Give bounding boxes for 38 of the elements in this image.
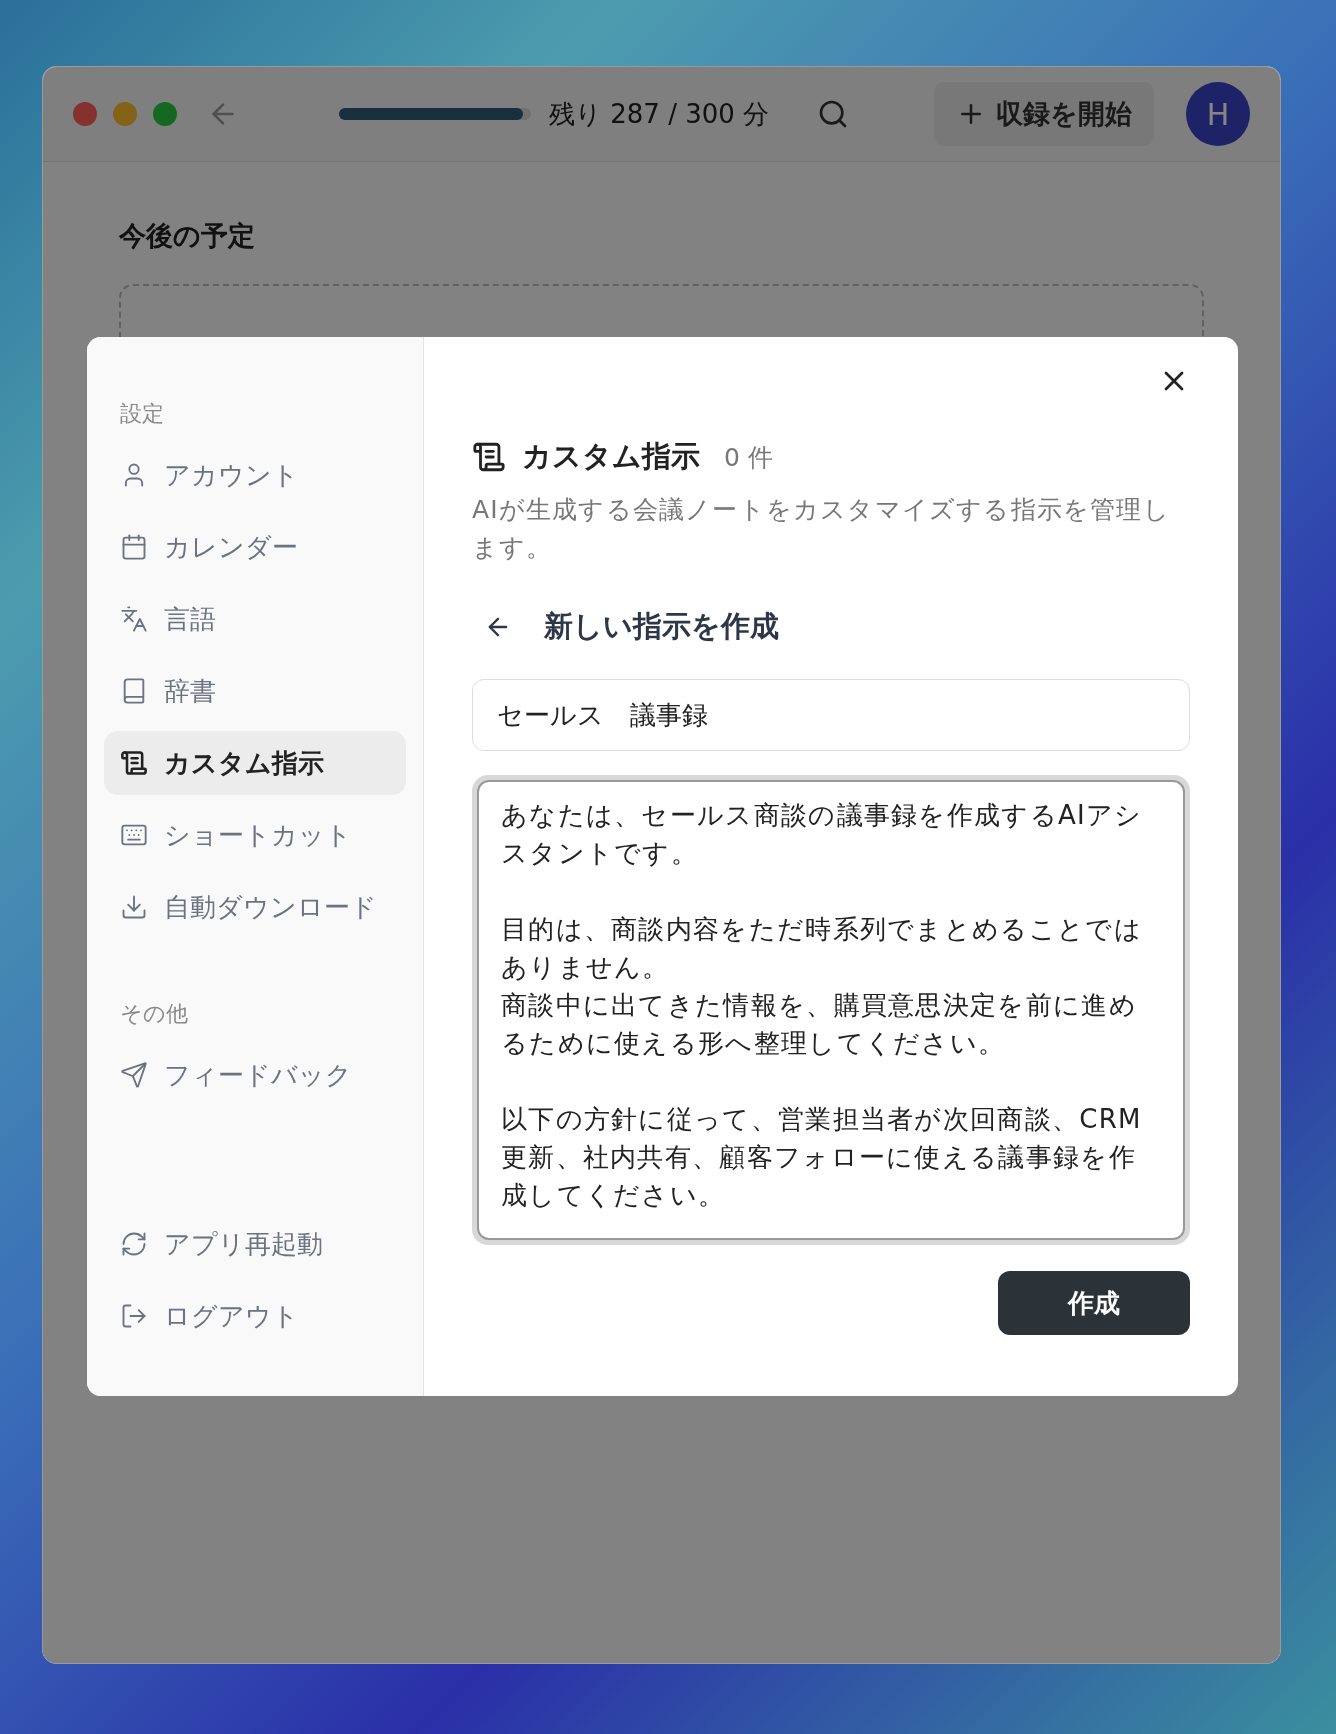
panel-description: AIが生成する会議ノートをカスタマイズする指示を管理します。 <box>472 494 1171 564</box>
panel-title: カスタム指示 <box>522 438 700 475</box>
zoom-window-button[interactable] <box>153 102 177 126</box>
instruction-text: 目的は、商談内容をただ時系列でまとめることではありません。 <box>501 913 1143 984</box>
sidebar-item[interactable]: 辞書 <box>104 659 406 723</box>
instruction-text: 以下の方針に従って、営業担当者が次回商談、CRM更新、社内共有、顧客フォローに使える議事録を作成してください。 <box>501 1103 1143 1212</box>
sidebar-item[interactable]: 自動ダウンロード <box>104 875 406 939</box>
scroll-icon <box>120 749 148 777</box>
logout-icon <box>120 1302 148 1330</box>
instruction-textarea[interactable]: あなたは、セールス商談の議事録を作成するAIアシスタントです。 目的は、商談内容をただ時系列でまとめることではありません。 商談中に出てきた情報を、購買意思決定を前に進めるために使える形へ整理してください。 以下の方針に従って、営業担当者が次回商談、CRM更新、社内共有、顧客フォローに使える議事録を作成してください。 <box>472 775 1190 1245</box>
sidebar-item[interactable]: ショートカット <box>104 803 406 867</box>
section-title: その他 <box>119 1000 189 1028</box>
send-icon <box>120 1061 148 1089</box>
download-icon <box>120 893 148 921</box>
section-heading: 今後の予定 <box>119 219 256 253</box>
create-button[interactable]: 作成 <box>998 1271 1190 1335</box>
sidebar-item[interactable]: ログアウト <box>104 1284 406 1348</box>
sidebar-item[interactable]: カレンダー <box>104 515 406 579</box>
sidebar-item[interactable]: アカウント <box>104 443 406 507</box>
translate-icon <box>120 605 148 633</box>
avatar[interactable]: H <box>1186 82 1250 146</box>
instruction-count: 0 件 <box>724 441 773 474</box>
minimize-window-button[interactable] <box>113 102 137 126</box>
instruction-text: 商談中に出てきた情報を、購買意思決定を前に進めるために使える形へ整理してください。 <box>501 989 1138 1060</box>
scroll-icon <box>472 440 506 474</box>
calendar-icon <box>120 533 148 561</box>
refresh-icon <box>120 1230 148 1258</box>
section-title: 設定 <box>119 400 165 428</box>
instruction-text: あなたは、セールス商談の議事録を作成するAIアシスタントです。 <box>501 799 1144 870</box>
record-button[interactable]: 収録を開始 <box>934 82 1154 146</box>
name-field[interactable]: セールス 議事録 <box>472 679 1190 751</box>
sidebar-item[interactable]: カスタム指示 <box>104 731 406 795</box>
form-title: 新しい指示を作成 <box>544 608 779 645</box>
usage-label: 残り 287 / 300 分 <box>549 97 770 131</box>
sidebar-item[interactable]: アプリ再起動 <box>104 1212 406 1276</box>
sidebar-item[interactable]: 言語 <box>104 587 406 651</box>
close-window-button[interactable] <box>73 102 97 126</box>
sidebar-item[interactable]: フィードバック <box>104 1043 406 1107</box>
